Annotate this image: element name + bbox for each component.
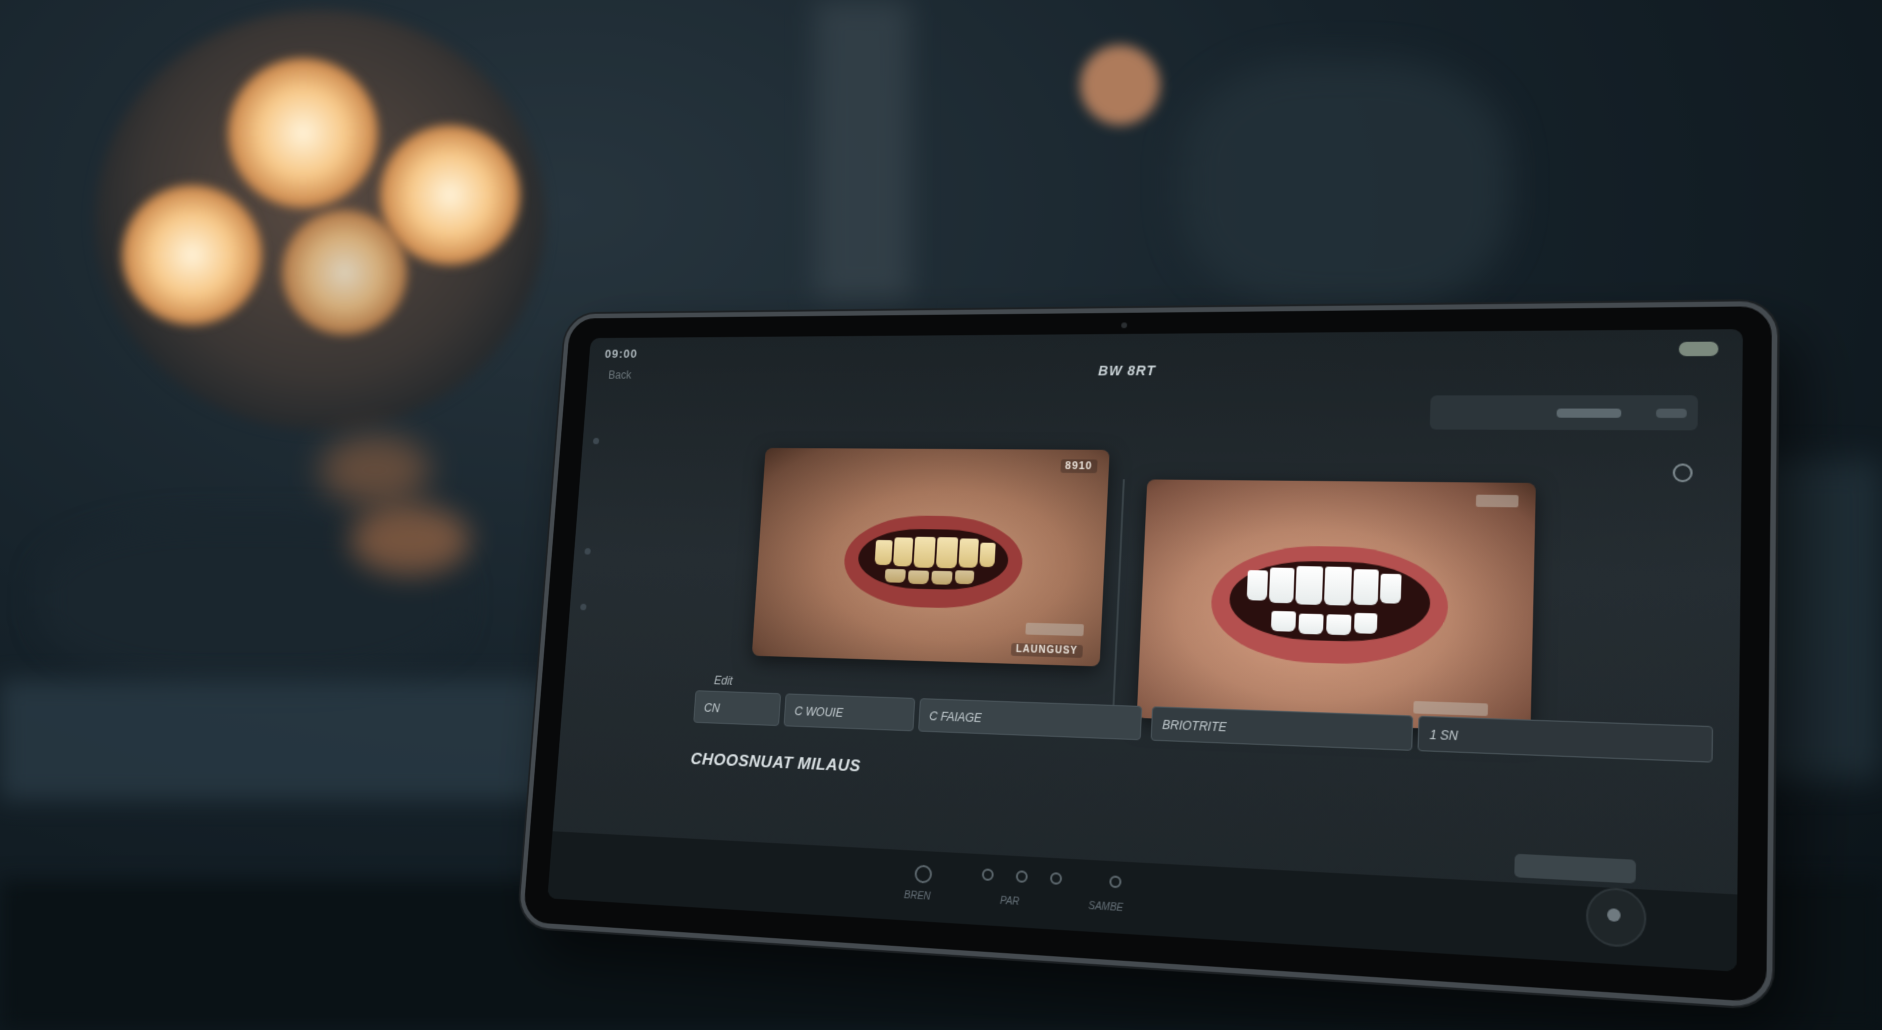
background-scene: 09:00 Back BW 8RT 8910 LAUNGUSY Edit CN … [0, 0, 1882, 1030]
toolbar-option[interactable]: 1 SN [1417, 715, 1714, 763]
tooth [1352, 569, 1379, 606]
lamp-bulb [122, 185, 262, 325]
photo-label: 8910 [1059, 459, 1098, 474]
bokeh-light [320, 435, 430, 505]
dock-icon[interactable] [1109, 875, 1122, 889]
photo-tag [1025, 622, 1084, 637]
side-dot [580, 603, 587, 611]
tooth [874, 539, 893, 566]
battery-icon [1678, 341, 1719, 357]
photo-tag [1475, 494, 1519, 508]
tooth [1270, 610, 1297, 632]
tablet-screen: 09:00 Back BW 8RT 8910 LAUNGUSY Edit CN … [547, 329, 1743, 972]
bokeh-light [350, 505, 470, 575]
lamp-bulb [380, 125, 520, 265]
search-filter-chip[interactable] [1556, 408, 1622, 418]
photo-tag [1413, 700, 1489, 717]
comparison-divider [1112, 479, 1125, 707]
bokeh-light [1080, 45, 1160, 125]
tooth [979, 542, 996, 568]
tooth [884, 568, 906, 583]
tooth [893, 537, 914, 567]
home-button[interactable] [1585, 886, 1647, 949]
dock-icon[interactable] [1015, 870, 1028, 883]
toolbar-option[interactable]: CN [693, 690, 782, 727]
settings-icon[interactable] [1672, 463, 1693, 483]
tooth [1268, 567, 1295, 604]
side-indicator [580, 329, 1743, 611]
side-dot [584, 548, 591, 555]
tooth [1295, 566, 1324, 605]
section-title: CHOOSNUAT MILAUS [690, 749, 862, 776]
dock-label: SAMBE [1088, 900, 1124, 915]
tablet-device: 09:00 Back BW 8RT 8910 LAUNGUSY Edit CN … [518, 301, 1778, 1009]
tooth [958, 538, 979, 568]
dock-icon[interactable] [914, 864, 933, 884]
tooth [1246, 570, 1269, 601]
lamp-bulb [228, 58, 378, 208]
edit-label: Edit [713, 673, 734, 688]
apply-button[interactable] [1514, 853, 1637, 884]
dock-icon[interactable] [981, 868, 994, 882]
tooth [931, 570, 953, 585]
before-photo[interactable]: 8910 LAUNGUSY [751, 447, 1110, 667]
tooth [1323, 566, 1352, 606]
dock-icon[interactable] [1049, 872, 1063, 885]
dock-label: PAR [999, 895, 1020, 908]
app-title: BW 8RT [1097, 362, 1157, 379]
dock-label: BREN [903, 890, 931, 903]
search-filter-chip[interactable] [1656, 408, 1687, 418]
after-photo[interactable] [1136, 479, 1536, 733]
tooth [954, 570, 975, 585]
toolbar-option[interactable]: C WOUIE [783, 693, 916, 732]
photo-caption: LAUNGUSY [1010, 642, 1083, 658]
tooth [935, 537, 959, 569]
toolbar-option[interactable]: C FAIAGE [918, 698, 1143, 741]
background-equipment-arm [1180, 60, 1510, 310]
front-camera [1121, 322, 1128, 329]
tooth [907, 570, 930, 585]
tooth [1326, 614, 1352, 636]
lamp-bulb [282, 210, 407, 335]
background-pillar [815, 0, 910, 300]
status-time: 09:00 [604, 346, 639, 361]
side-dot [592, 437, 600, 445]
tooth [1353, 612, 1378, 634]
tooth [913, 536, 936, 568]
tooth [1298, 613, 1324, 635]
tooth [1379, 573, 1402, 604]
